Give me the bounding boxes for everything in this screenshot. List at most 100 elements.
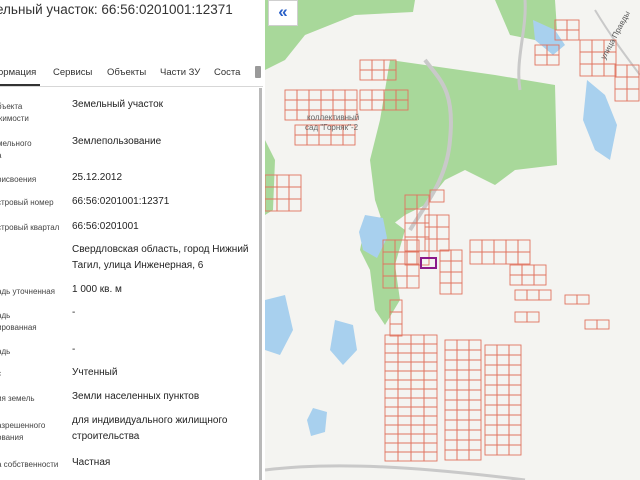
parcel[interactable] — [603, 63, 617, 77]
tab-composition[interactable]: Соста — [214, 67, 240, 78]
parcel[interactable] — [614, 64, 628, 78]
parcel[interactable] — [423, 424, 438, 435]
parcel[interactable] — [484, 394, 498, 406]
parcel[interactable] — [444, 339, 458, 351]
parcel[interactable] — [332, 99, 346, 111]
parcel[interactable] — [508, 374, 522, 386]
parcel[interactable] — [410, 379, 425, 390]
parcel[interactable] — [439, 260, 452, 273]
parcel[interactable] — [508, 384, 522, 396]
parcel[interactable] — [468, 429, 482, 441]
parcel[interactable] — [423, 406, 438, 417]
parcel[interactable] — [296, 89, 310, 101]
parcel[interactable] — [456, 419, 470, 431]
parcel[interactable] — [444, 379, 458, 391]
parcel[interactable] — [579, 39, 593, 53]
parcel[interactable] — [456, 439, 470, 451]
parcel[interactable] — [496, 354, 510, 366]
panel-scrollbar-thumb[interactable] — [259, 88, 262, 480]
parcel[interactable] — [423, 388, 438, 399]
parcel[interactable] — [397, 406, 412, 417]
parcel[interactable] — [444, 359, 458, 371]
parcel[interactable] — [456, 359, 470, 371]
parcel[interactable] — [496, 414, 510, 426]
parcel[interactable] — [493, 239, 507, 253]
parcel[interactable] — [579, 51, 593, 65]
parcel[interactable] — [284, 109, 298, 121]
parcel[interactable] — [468, 349, 482, 361]
parcel[interactable] — [534, 54, 548, 66]
parcel[interactable] — [614, 76, 628, 90]
tabs-scroll-right-button[interactable] — [255, 66, 261, 78]
parcel[interactable] — [423, 433, 438, 444]
parcel[interactable] — [508, 354, 522, 366]
parcel[interactable] — [406, 263, 420, 277]
parcel[interactable] — [397, 451, 412, 462]
parcel[interactable] — [496, 444, 510, 456]
parcel[interactable] — [468, 399, 482, 411]
parcel[interactable] — [410, 442, 425, 453]
parcel[interactable] — [359, 59, 373, 71]
parcel[interactable] — [469, 251, 483, 265]
parcel[interactable] — [384, 397, 399, 408]
parcel[interactable] — [508, 444, 522, 456]
parcel[interactable] — [444, 399, 458, 411]
parcel[interactable] — [423, 397, 438, 408]
parcel[interactable] — [423, 334, 438, 345]
parcel[interactable] — [456, 449, 470, 461]
parcel[interactable] — [397, 343, 412, 354]
parcel[interactable] — [614, 88, 628, 102]
parcel[interactable] — [397, 397, 412, 408]
parcel[interactable] — [439, 282, 452, 295]
parcel[interactable] — [423, 442, 438, 453]
parcel[interactable] — [521, 264, 535, 276]
tab-parcel-parts[interactable]: Части ЗУ — [160, 67, 200, 78]
parcel[interactable] — [450, 282, 463, 295]
parcel[interactable] — [423, 415, 438, 426]
parcel[interactable] — [397, 370, 412, 381]
parcel[interactable] — [359, 89, 373, 101]
parcel[interactable] — [508, 404, 522, 416]
parcel[interactable] — [406, 275, 420, 289]
parcel[interactable] — [344, 99, 358, 111]
parcel[interactable] — [397, 433, 412, 444]
parcel[interactable] — [397, 379, 412, 390]
parcel[interactable] — [410, 415, 425, 426]
parcel[interactable] — [371, 59, 385, 71]
parcel[interactable] — [397, 424, 412, 435]
parcel[interactable] — [484, 434, 498, 446]
parcel[interactable] — [481, 239, 495, 253]
parcel[interactable] — [397, 388, 412, 399]
parcel[interactable] — [276, 186, 290, 200]
parcel[interactable] — [496, 374, 510, 386]
parcel[interactable] — [423, 352, 438, 363]
parcel[interactable] — [508, 364, 522, 376]
parcel[interactable] — [505, 251, 519, 265]
parcel[interactable] — [423, 370, 438, 381]
parcel[interactable] — [469, 239, 483, 253]
parcel[interactable] — [496, 384, 510, 396]
parcel[interactable] — [410, 388, 425, 399]
parcel[interactable] — [484, 384, 498, 396]
parcel[interactable] — [410, 397, 425, 408]
parcel[interactable] — [456, 369, 470, 381]
parcel[interactable] — [509, 264, 523, 276]
parcel[interactable] — [284, 89, 298, 101]
parcel[interactable] — [566, 19, 580, 31]
parcel[interactable] — [450, 260, 463, 273]
parcel[interactable] — [484, 374, 498, 386]
parcel[interactable] — [456, 389, 470, 401]
parcel[interactable] — [517, 239, 531, 253]
parcel[interactable] — [456, 349, 470, 361]
parcel[interactable] — [424, 238, 438, 252]
parcel[interactable] — [444, 409, 458, 421]
map-canvas[interactable]: коллективный сад "Горняк"-2 улица Правды — [265, 0, 640, 480]
parcel[interactable] — [481, 251, 495, 265]
parcel[interactable] — [344, 89, 358, 101]
parcel[interactable] — [320, 99, 334, 111]
parcel[interactable] — [332, 89, 346, 101]
parcel[interactable] — [496, 404, 510, 416]
cadastral-map[interactable]: коллективный сад "Горняк"-2 улица Правды — [265, 0, 640, 480]
parcel[interactable] — [384, 361, 399, 372]
parcel[interactable] — [318, 134, 332, 146]
